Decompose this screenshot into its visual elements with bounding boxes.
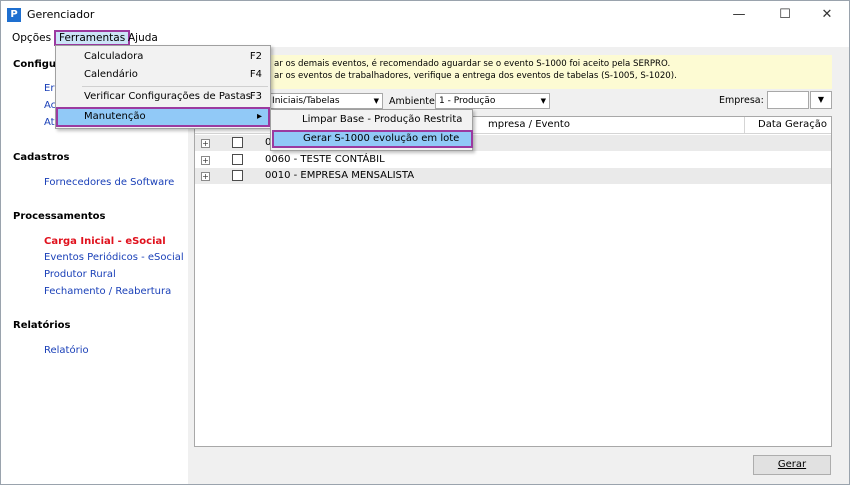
table-row[interactable]: + 0010 - EMPRESA MENSALISTA <box>195 168 831 184</box>
sidebar-link-produtor-rural[interactable]: Produtor Rural <box>44 269 116 280</box>
expand-plus-icon[interactable]: + <box>201 172 210 181</box>
sidebar-link-config-3[interactable]: At <box>44 117 55 128</box>
menu-item-verificar-pastas[interactable]: Verificar Configurações de Pastas F3 <box>56 87 270 107</box>
menu-item-calendario[interactable]: Calendário F4 <box>56 65 270 85</box>
title-bar: P Gerenciador — ☐ ✕ <box>1 1 849 29</box>
sidebar-heading-processamentos: Processamentos <box>13 211 106 222</box>
window-title: Gerenciador <box>27 8 95 21</box>
sidebar-link-fornecedores[interactable]: Fornecedores de Software <box>44 177 174 188</box>
sidebar-link-eventos-periodicos[interactable]: Eventos Periódicos - eSocial <box>44 252 184 263</box>
sidebar-link-fechamento[interactable]: Fechamento / Reabertura <box>44 286 171 297</box>
maximize-button[interactable]: ☐ <box>763 1 807 29</box>
empresa-label: Empresa: <box>719 95 764 106</box>
menu-item-label: Manutenção <box>84 111 146 122</box>
menu-item-label: Calculadora <box>84 51 144 62</box>
close-button[interactable]: ✕ <box>805 1 849 29</box>
menu-ajuda[interactable]: Ajuda <box>125 30 161 46</box>
row-label: 0060 - TESTE CONTÁBIL <box>265 154 385 165</box>
gerar-button[interactable]: Gerar <box>753 455 831 475</box>
column-divider <box>744 117 745 133</box>
minimize-button[interactable]: — <box>717 1 761 29</box>
menu-item-shortcut: F3 <box>249 91 262 102</box>
row-label: 0010 - EMPRESA MENSALISTA <box>265 170 415 181</box>
menu-ferramentas[interactable]: Ferramentas <box>54 30 131 46</box>
empresa-input[interactable] <box>767 91 809 109</box>
main-window: P Gerenciador — ☐ ✕ Opções Ferramentas A… <box>0 0 850 485</box>
table-row[interactable]: + 0060 - TESTE CONTÁBIL <box>195 152 831 168</box>
chevron-down-icon: ▼ <box>373 97 379 105</box>
ambiente-select-value: 1 - Produção <box>439 96 496 106</box>
sidebar-link-config-1[interactable]: Er <box>44 83 54 94</box>
expand-plus-icon[interactable]: + <box>201 156 210 165</box>
tipo-select[interactable]: os Iniciais/Tabelas ▼ <box>255 93 383 109</box>
menu-item-shortcut: F2 <box>249 51 262 62</box>
row-checkbox[interactable] <box>232 170 243 181</box>
sidebar-link-carga-inicial[interactable]: Carga Inicial - eSocial <box>44 236 166 247</box>
warning-banner: ar os demais eventos, é recomendado agua… <box>196 55 832 89</box>
expand-plus-icon[interactable]: + <box>201 139 210 148</box>
manutencao-submenu: Limpar Base - Produção Restrita Gerar S-… <box>270 109 473 151</box>
ambiente-select[interactable]: 1 - Produção ▼ <box>435 93 550 109</box>
sidebar-link-relatorio[interactable]: Relatório <box>44 345 89 356</box>
sidebar-heading-relatorios: Relatórios <box>13 320 71 331</box>
empresa-dropdown-button[interactable]: ▼ <box>810 91 832 109</box>
submenu-item-gerar-s1000[interactable]: Gerar S-1000 evolução em lote <box>272 130 473 148</box>
column-data-geracao[interactable]: Data Geração <box>758 119 827 130</box>
sidebar-heading-configuracoes: Configur <box>13 59 61 70</box>
menu-item-manutencao[interactable]: Manutenção ▸ <box>56 107 270 127</box>
menu-item-label: Calendário <box>84 69 138 80</box>
menu-item-shortcut: F4 <box>249 69 262 80</box>
events-grid: mpresa / Evento Data Geração + 0 + 0060 … <box>194 116 832 447</box>
submenu-arrow-icon: ▸ <box>256 111 262 122</box>
chevron-down-icon: ▼ <box>540 97 546 105</box>
warning-line-2: ar os eventos de trabalhadores, verifiqu… <box>274 71 677 81</box>
row-checkbox[interactable] <box>232 154 243 165</box>
menu-item-calculadora[interactable]: Calculadora F2 <box>56 47 270 67</box>
tipo-select-value: os Iniciais/Tabelas <box>259 96 340 106</box>
ambiente-label: Ambiente: <box>389 96 439 107</box>
menu-item-label: Verificar Configurações de Pastas <box>84 91 251 102</box>
warning-line-1: ar os demais eventos, é recomendado agua… <box>274 59 671 69</box>
column-empresa-evento[interactable]: mpresa / Evento <box>488 119 570 130</box>
app-logo-icon: P <box>7 8 21 22</box>
menu-opcoes[interactable]: Opções <box>9 30 54 46</box>
submenu-item-limpar-base[interactable]: Limpar Base - Produção Restrita <box>272 111 471 129</box>
gerar-button-label: Gerar <box>777 459 807 470</box>
sidebar-heading-cadastros: Cadastros <box>13 152 70 163</box>
row-checkbox[interactable] <box>232 137 243 148</box>
ferramentas-menu: Calculadora F2 Calendário F4 Verificar C… <box>55 45 271 129</box>
